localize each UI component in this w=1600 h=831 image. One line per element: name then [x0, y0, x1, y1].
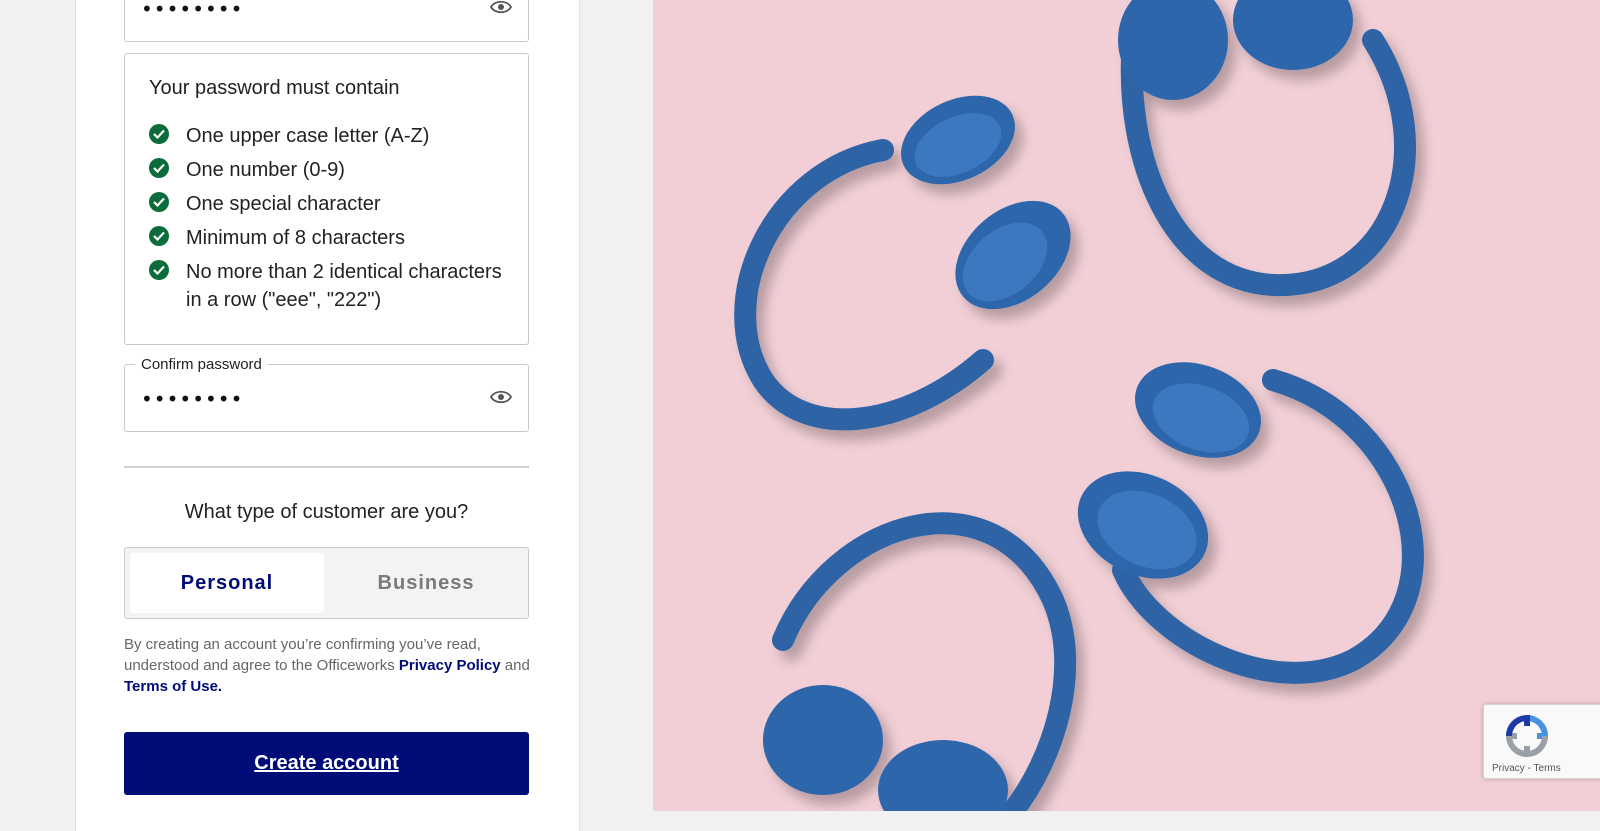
recaptcha-separator: -	[1524, 763, 1534, 774]
requirement-text: One special character	[186, 193, 381, 215]
personal-option[interactable]: Personal	[130, 553, 324, 613]
recaptcha-icon	[1505, 714, 1549, 758]
legal-notice: By creating an account you’re confirming…	[124, 634, 534, 697]
password-field[interactable]: ••••••••	[124, 0, 529, 42]
legal-text-and: and	[500, 657, 530, 674]
requirements-heading: Your password must contain	[149, 77, 400, 99]
recaptcha-privacy-link[interactable]: Privacy	[1492, 763, 1525, 774]
requirement-text: Minimum of 8 characters	[186, 227, 405, 249]
show-password-icon[interactable]	[490, 389, 512, 405]
customer-type-toggle: Personal Business	[124, 547, 529, 619]
check-icon	[149, 192, 169, 212]
hero-image	[653, 0, 1600, 811]
check-icon	[149, 124, 169, 144]
section-divider	[124, 466, 529, 468]
password-requirements: Your password must contain One upper cas…	[124, 53, 529, 345]
requirement-text: One upper case letter (A-Z)	[186, 125, 430, 147]
terms-of-use-link[interactable]: Terms of Use.	[124, 678, 222, 695]
business-option[interactable]: Business	[329, 553, 523, 613]
check-icon	[149, 226, 169, 246]
privacy-policy-link[interactable]: Privacy Policy	[399, 657, 501, 674]
confirm-password-value: ••••••••	[141, 387, 244, 411]
password-value: ••••••••	[141, 0, 244, 21]
confirm-password-label: Confirm password	[135, 356, 268, 373]
requirement-text: One number (0-9)	[186, 159, 345, 181]
create-account-button[interactable]: Create account	[124, 732, 529, 795]
recaptcha-terms-link[interactable]: Terms	[1534, 763, 1561, 774]
requirement-text: No more than 2 identical characters in a…	[186, 261, 502, 311]
show-password-icon[interactable]	[490, 0, 512, 15]
check-icon	[149, 158, 169, 178]
headphones-illustration	[734, 0, 1424, 811]
customer-type-question: What type of customer are you?	[184, 501, 469, 523]
confirm-password-field[interactable]: Confirm password ••••••••	[124, 356, 529, 432]
recaptcha-links: Privacy - Terms	[1492, 763, 1561, 774]
recaptcha-badge[interactable]: Privacy - Terms	[1483, 704, 1600, 779]
check-icon	[149, 260, 169, 280]
